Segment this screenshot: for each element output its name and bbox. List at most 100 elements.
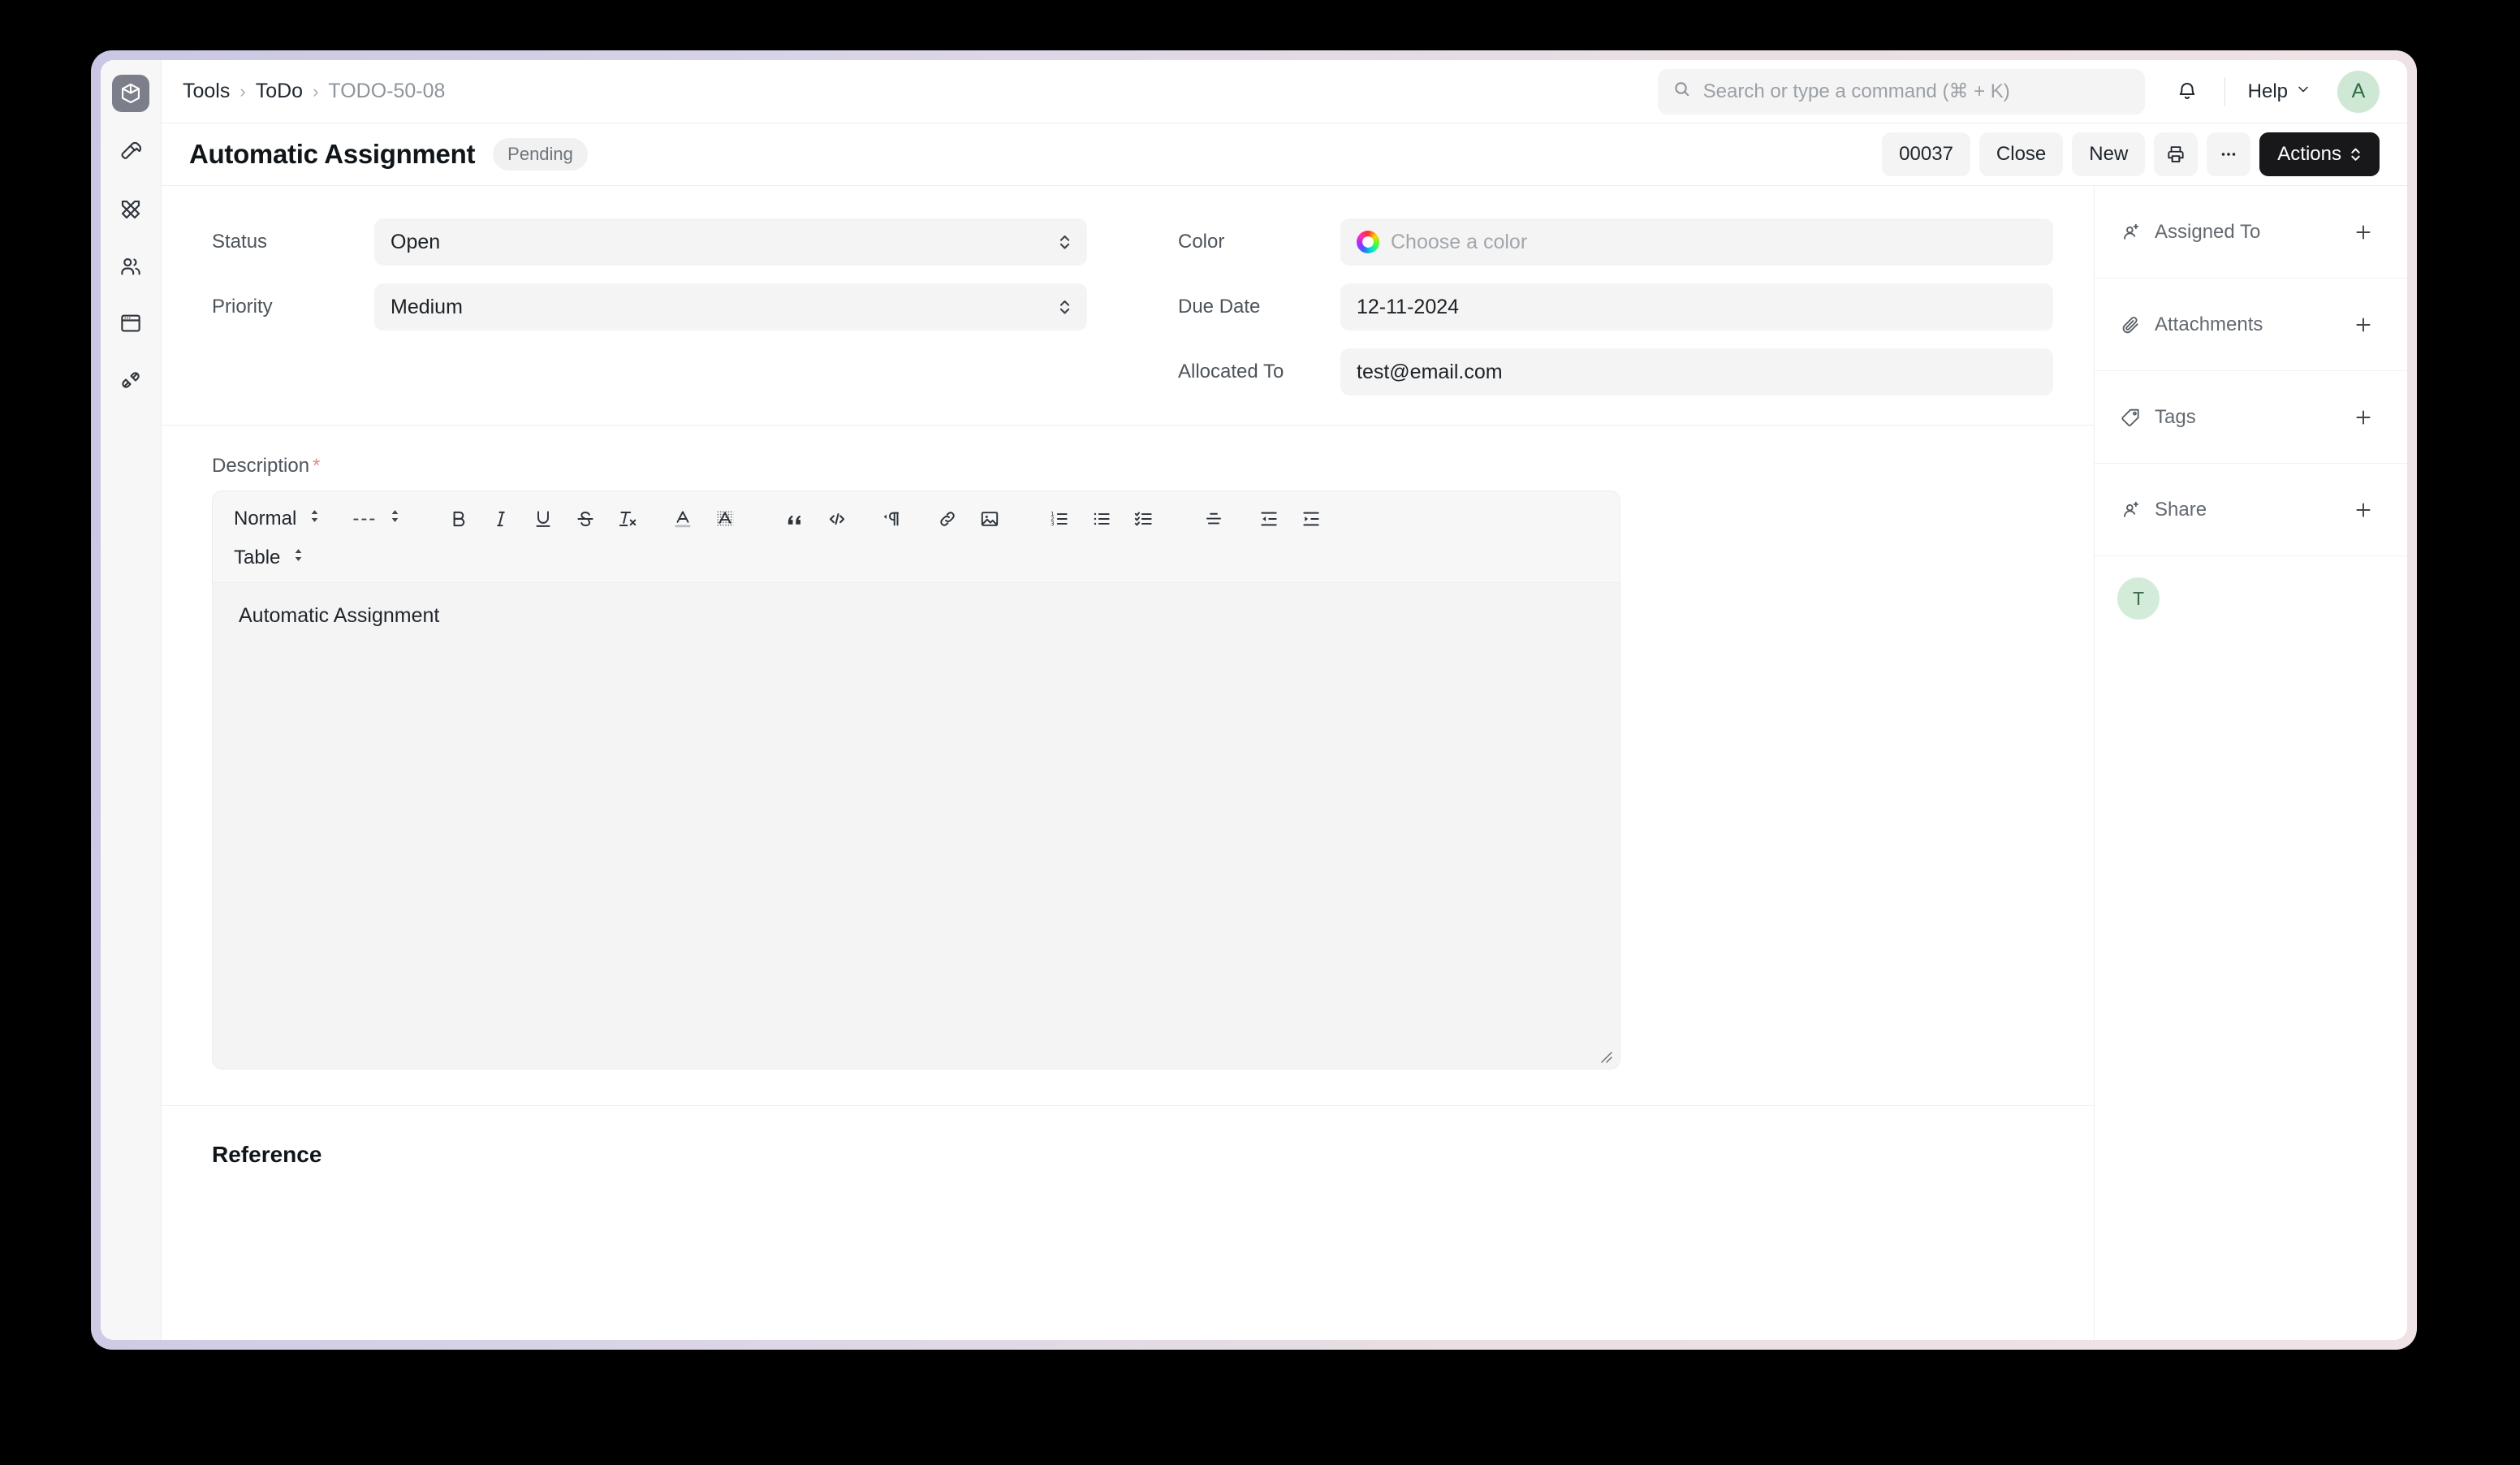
priority-select[interactable]: Medium [374, 283, 1087, 331]
new-button[interactable]: New [2072, 132, 2146, 176]
status-select[interactable]: Open [374, 218, 1087, 266]
rail-item-website[interactable] [111, 304, 150, 343]
outdent-icon[interactable] [1248, 499, 1290, 538]
breadcrumb-item-todo[interactable]: ToDo [256, 80, 303, 103]
due-date-input[interactable]: 12-11-2024 [1340, 283, 2053, 331]
notification-bell-icon[interactable] [2164, 69, 2210, 115]
text-direction-icon[interactable] [871, 499, 913, 538]
avatar[interactable]: A [2337, 70, 2380, 113]
field-priority: Priority Medium [212, 283, 1087, 331]
rail-item-build[interactable] [111, 190, 150, 229]
field-allocated-to: Allocated To test@email.com [1178, 348, 2053, 395]
rail-item-users[interactable] [111, 247, 150, 286]
rail-item-tools[interactable] [111, 133, 150, 172]
chevron-updown-icon [390, 508, 400, 530]
ordered-list-icon[interactable]: 1 2 3 [1038, 499, 1081, 538]
underline-icon[interactable] [522, 499, 564, 538]
required-mark: * [313, 455, 321, 477]
help-label: Help [2247, 80, 2288, 102]
highlight-color-icon[interactable] [704, 499, 746, 538]
form-column-left: Status Open Priority Medium [162, 218, 1128, 395]
code-block-icon[interactable] [816, 499, 858, 538]
svg-text:3: 3 [1051, 520, 1055, 527]
left-icon-rail [101, 60, 162, 1340]
align-icon[interactable] [1193, 499, 1235, 538]
sidebar-item-tags[interactable]: Tags [2095, 371, 2407, 464]
blockquote-icon[interactable] [774, 499, 816, 538]
allocated-to-input[interactable]: test@email.com [1340, 348, 2053, 395]
link-icon[interactable] [926, 499, 969, 538]
description-label: Description * [212, 455, 2043, 478]
due-date-value: 12-11-2024 [1357, 295, 1460, 318]
description-content: Automatic Assignment [239, 604, 440, 627]
rail-item-integrations[interactable] [111, 361, 150, 400]
ellipsis-icon[interactable] [2207, 132, 2251, 176]
form-column-right: Color Choose a color Due Date 12-11-2024… [1128, 218, 2094, 395]
printer-icon[interactable] [2154, 132, 2199, 176]
avatar[interactable]: T [2117, 577, 2160, 620]
allocated-to-value: test@email.com [1357, 360, 1503, 383]
field-label-color: Color [1178, 231, 1225, 253]
actions-label: Actions [2277, 143, 2341, 165]
status-badge: Pending [493, 138, 588, 171]
reference-title: Reference [212, 1142, 322, 1167]
breadcrumb-separator: › [313, 80, 319, 102]
checklist-icon[interactable] [1123, 499, 1165, 538]
navbar-right-group: Help A [1657, 68, 2380, 115]
table-select[interactable]: Table [224, 540, 313, 576]
assign-user-icon [2117, 222, 2145, 243]
field-color: Color Choose a color [1178, 218, 2053, 266]
sidebar-item-share[interactable]: Share [2095, 464, 2407, 556]
chevron-updown-icon [1059, 232, 1071, 252]
font-select-value: --- [352, 508, 378, 529]
paperclip-icon [2117, 314, 2145, 335]
form-column: Status Open Priority Medium Color Choose… [162, 186, 2094, 1340]
paragraph-style-select[interactable]: Normal [224, 501, 330, 537]
clear-format-icon[interactable] [606, 499, 649, 538]
chevron-updown-icon [2350, 145, 2362, 163]
font-select[interactable]: --- [343, 501, 410, 537]
record-counter-button[interactable]: 00037 [1882, 132, 1970, 176]
bullet-list-icon[interactable] [1081, 499, 1123, 538]
description-textarea[interactable]: Automatic Assignment [212, 582, 1620, 1070]
color-wheel-icon [1357, 231, 1379, 253]
plus-icon[interactable] [2347, 309, 2380, 341]
form-section-description: Description * Normal --- 1 2 3 Table Aut… [162, 426, 2094, 1106]
indent-icon[interactable] [1290, 499, 1332, 538]
rich-text-editor: Normal --- 1 2 3 Table Automatic Assignm… [212, 490, 1620, 1070]
help-menu-button[interactable]: Help [2240, 74, 2319, 110]
chevron-updown-icon [293, 547, 304, 569]
sidebar-item-attachments[interactable]: Attachments [2095, 279, 2407, 371]
form-section-reference: Reference [162, 1106, 2094, 1200]
table-select-value: Table [234, 547, 281, 568]
app-window: Tools › ToDo › TODO-50-08 Search or type… [101, 60, 2407, 1340]
image-icon[interactable] [969, 499, 1011, 538]
plus-icon[interactable] [2347, 494, 2380, 526]
app-frame: Tools › ToDo › TODO-50-08 Search or type… [91, 50, 2417, 1350]
bold-icon[interactable] [438, 499, 480, 538]
status-value: Open [391, 230, 441, 253]
field-label-allocated-to: Allocated To [1178, 361, 1284, 382]
font-color-icon[interactable] [662, 499, 704, 538]
sidebar-item-assigned-to[interactable]: Assigned To [2095, 186, 2407, 279]
page-title: Automatic Assignment [189, 139, 476, 169]
search-input[interactable] [1702, 80, 2130, 103]
cube-logo-icon[interactable] [112, 75, 149, 112]
navbar: Tools › ToDo › TODO-50-08 Search or type… [162, 60, 2407, 123]
breadcrumb-item-tools[interactable]: Tools [183, 80, 230, 103]
strikethrough-icon[interactable] [564, 499, 606, 538]
search-box[interactable] [1657, 68, 2145, 115]
color-placeholder: Choose a color [1391, 230, 1528, 253]
italic-icon[interactable] [480, 499, 522, 538]
field-label-priority: Priority [212, 296, 273, 318]
resize-handle[interactable] [1598, 1047, 1614, 1063]
body-area: Status Open Priority Medium Color Choose… [162, 185, 2407, 1340]
plus-icon[interactable] [2347, 216, 2380, 248]
close-button[interactable]: Close [1978, 132, 2064, 176]
share-user-icon [2117, 499, 2145, 521]
plus-icon[interactable] [2347, 401, 2380, 434]
actions-button[interactable]: Actions [2259, 132, 2380, 176]
sidebar-label-attachments: Attachments [2155, 313, 2263, 335]
page-header: Automatic Assignment Pending 00037 Close… [162, 123, 2407, 185]
color-picker-input[interactable]: Choose a color [1340, 218, 2053, 266]
